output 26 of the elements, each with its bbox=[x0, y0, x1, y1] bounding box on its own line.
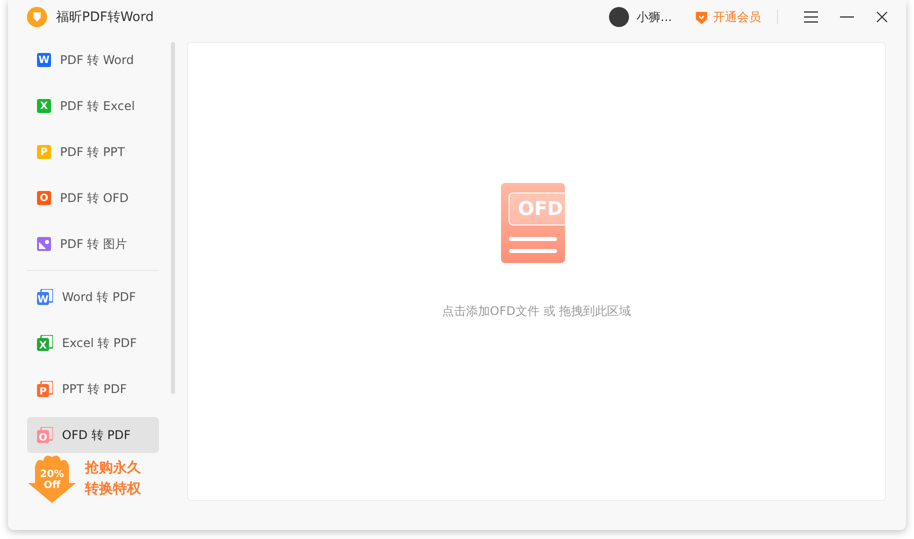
discount-percent: 20% bbox=[40, 469, 64, 480]
file-type-icon: W bbox=[37, 289, 53, 305]
sidebar-item[interactable]: W Word 转 PDF bbox=[27, 279, 159, 315]
drop-hint: 点击添加OFD文件 或 拖拽到此区域 bbox=[442, 303, 632, 320]
sidebar-item[interactable]: X PDF 转 Excel bbox=[27, 88, 159, 124]
file-type-icon: O bbox=[37, 427, 53, 443]
sidebar-item[interactable]: O OFD 转 PDF bbox=[27, 417, 159, 453]
user-name: 小狮... bbox=[636, 8, 672, 26]
file-type-icon: P bbox=[37, 381, 53, 397]
file-type-icon: O bbox=[37, 191, 51, 205]
logo-icon bbox=[26, 6, 48, 28]
avatar[interactable] bbox=[608, 7, 629, 27]
sidebar-item[interactable]: P PPT 转 PDF bbox=[27, 371, 159, 407]
file-type-label: OFD bbox=[517, 196, 564, 222]
sidebar-item[interactable]: PDF 转 图片 bbox=[27, 226, 159, 262]
sidebar-item[interactable]: X Excel 转 PDF bbox=[27, 325, 159, 361]
sidebar-item[interactable]: P PDF 转 PPT bbox=[27, 134, 159, 170]
file-type-icon: X bbox=[37, 99, 51, 113]
file-type-icon: W bbox=[37, 53, 51, 67]
file-type-icon: P bbox=[37, 145, 51, 159]
shield-icon bbox=[694, 10, 709, 24]
sidebar-item[interactable]: O PDF 转 OFD bbox=[27, 180, 159, 216]
file-type-icon: X bbox=[37, 335, 53, 351]
discount-off: Off bbox=[44, 480, 60, 491]
window-title: 福昕PDF转Word bbox=[56, 9, 154, 26]
sidebar-item[interactable]: W PDF 转 Word bbox=[27, 42, 159, 78]
